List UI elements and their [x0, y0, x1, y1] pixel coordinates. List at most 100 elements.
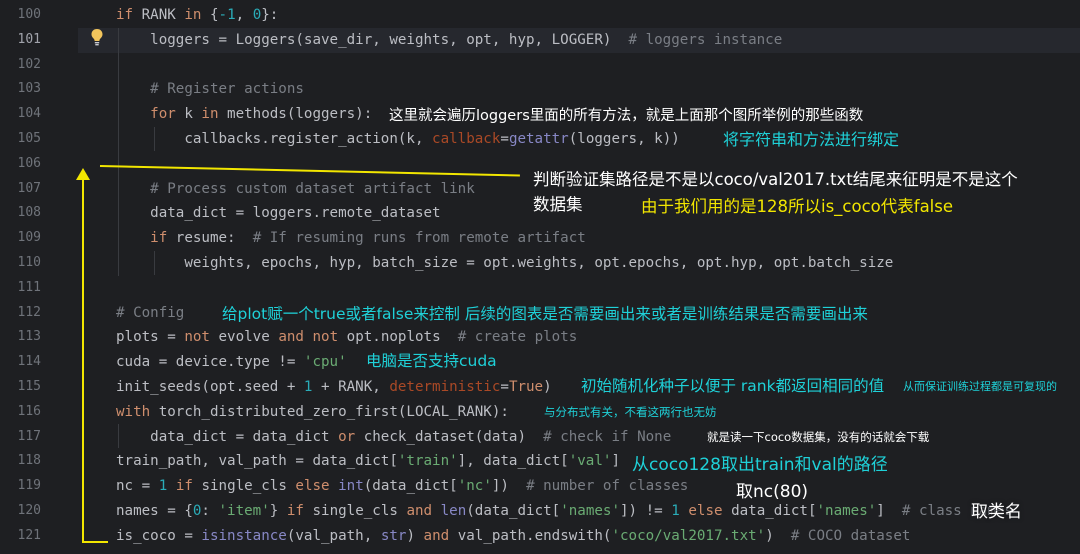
- code-token: single_cls: [303, 503, 407, 519]
- code-line-109[interactable]: if resume: # If resuming runs from remot…: [116, 226, 586, 251]
- annotation-107b: 数据集: [533, 195, 583, 214]
- line-number: 108: [17, 205, 41, 221]
- code-token: }:: [261, 7, 279, 23]
- code-token: plots =: [116, 329, 185, 346]
- code-token: 'nc': [457, 478, 492, 495]
- code-token: # Config: [116, 304, 185, 321]
- line-number: 105: [17, 131, 41, 146]
- code-token: single_cls: [192, 478, 296, 495]
- code-line-118[interactable]: train_path, val_path = data_dict['train'…: [116, 449, 620, 474]
- code-token: deterministic: [389, 379, 501, 395]
- code-token: =: [500, 379, 509, 395]
- code-line-119[interactable]: nc = 1 if single_cls else int(data_dict[…: [116, 474, 688, 499]
- code-token: ]) !=: [620, 503, 672, 519]
- line-number: 118: [17, 453, 41, 469]
- code-token: Loggers: [235, 31, 296, 48]
- lightbulb-icon[interactable]: [90, 28, 104, 46]
- line-number: 101: [17, 31, 41, 47]
- line-number: 110: [17, 255, 41, 270]
- code-token: else: [295, 478, 330, 495]
- code-line-104[interactable]: for k in methods(loggers):: [116, 102, 372, 127]
- code-token: 'cpu': [303, 354, 347, 371]
- code-line-113[interactable]: plots = not evolve and not opt.noplots #…: [116, 325, 577, 350]
- code-token: if: [116, 7, 134, 23]
- line-number: 121: [17, 527, 41, 543]
- line-number: 103: [17, 81, 41, 97]
- code-token: data_dict[: [722, 503, 817, 519]
- code-token: or: [338, 428, 356, 445]
- code-line-117[interactable]: data_dict = data_dict or check_dataset(d…: [116, 425, 671, 450]
- code-token: str: [380, 527, 407, 544]
- code-token: # number of classes: [526, 478, 689, 495]
- code-line-115[interactable]: init_seeds(opt.seed + 1 + RANK, determin…: [116, 375, 552, 400]
- line-number: 112: [17, 304, 41, 320]
- code-line-110[interactable]: weights, epochs, hyp, batch_size = opt.w…: [116, 251, 893, 276]
- code-token: ]: [611, 453, 620, 470]
- code-token: init_seeds(opt.seed +: [116, 379, 304, 395]
- code-line-108[interactable]: data_dict = loggers.remote_dataset: [116, 201, 441, 226]
- annotation-arrow-line: [82, 541, 108, 543]
- annotation-arrow-line: [82, 176, 84, 542]
- code-token: for: [150, 106, 176, 123]
- code-token: if: [150, 230, 168, 247]
- annotation-115a: 初始随机化种子以便于 rank都返回相同的值: [581, 377, 885, 395]
- code-token: loggers =: [116, 31, 236, 48]
- code-token: True: [508, 379, 544, 395]
- code-token: (loggers, k)): [568, 131, 680, 147]
- line-number: 109: [17, 230, 41, 246]
- code-token: names = {: [116, 503, 193, 519]
- annotation-105: 将字符串和方法进行绑定: [723, 130, 900, 149]
- code-token: val_path.endswith(: [449, 527, 612, 544]
- code-token: k: [175, 106, 202, 123]
- code-token: not: [312, 329, 339, 346]
- code-token: ]: [876, 503, 902, 519]
- line-number: 107: [17, 180, 41, 196]
- code-token: methods(loggers):: [218, 106, 373, 123]
- line-number: 120: [17, 503, 41, 518]
- code-token: in: [201, 106, 219, 123]
- code-line-120[interactable]: names = {0: 'item'} if single_cls and le…: [116, 499, 1013, 524]
- code-token: data_dict = loggers.remote_dataset: [116, 205, 441, 222]
- line-number: 114: [17, 354, 41, 370]
- code-line-107[interactable]: # Process custom dataset artifact link: [116, 177, 475, 202]
- line-number: 119: [17, 478, 41, 494]
- code-line-121[interactable]: is_coco = isinstance(val_path, str) and …: [116, 524, 910, 549]
- code-line-116[interactable]: with torch_distributed_zero_first(LOCAL_…: [116, 400, 509, 425]
- code-token: 'item': [218, 503, 270, 519]
- code-token: # create plots: [457, 329, 578, 346]
- code-token: getattr: [508, 131, 569, 147]
- code-line-105[interactable]: callbacks.register_action(k, callback=ge…: [116, 127, 680, 152]
- code-token: 1: [671, 503, 680, 519]
- code-line-101[interactable]: loggers = Loggers(save_dir, weights, opt…: [116, 28, 782, 53]
- code-line-112[interactable]: # Config: [116, 301, 184, 326]
- code-token: train_path, val_path = data_dict[: [116, 453, 398, 470]
- code-token: isinstance: [201, 527, 287, 544]
- code-token: # COCO dataset: [790, 527, 911, 544]
- code-token: =: [500, 131, 509, 147]
- annotation-118: 从coco128取出train和val的路径: [632, 455, 888, 475]
- code-line-100[interactable]: if RANK in {-1, 0}:: [116, 3, 278, 28]
- code-token: in: [184, 7, 202, 23]
- code-token: opt.noplots: [338, 329, 458, 346]
- annotation-112: 给plot赋一个true或者false来控制 后续的图表是否需要画出来或者是训练…: [222, 305, 868, 323]
- line-number: 113: [17, 329, 41, 345]
- annotation-115b: 从而保证训练过程都是可复现的: [903, 380, 1057, 393]
- annotation-119: 取nc(80): [736, 482, 809, 502]
- code-token: callbacks.register_action(k,: [116, 131, 433, 147]
- code-token: ], data_dict[: [457, 453, 569, 470]
- code-token: nc =: [116, 478, 159, 495]
- code-token: if: [175, 478, 193, 495]
- code-token: 'train': [397, 453, 458, 470]
- code-token: RANK: [133, 7, 185, 23]
- annotation-104: 这里就会遍历loggers里面的所有方法，就是上面那个图所举例的那些函数: [389, 108, 864, 124]
- code-token: evolve: [209, 329, 279, 346]
- annotation-108: 由于我们用的是128所以is_coco代表false: [641, 197, 954, 216]
- annotation-120: 取类名: [971, 502, 1022, 522]
- code-line-103[interactable]: # Register actions: [116, 77, 304, 102]
- code-line-114[interactable]: cuda = device.type != 'cpu': [116, 350, 347, 375]
- code-token: (val_path,: [286, 527, 381, 544]
- line-number: 117: [17, 428, 41, 444]
- line-number: 100: [17, 7, 41, 22]
